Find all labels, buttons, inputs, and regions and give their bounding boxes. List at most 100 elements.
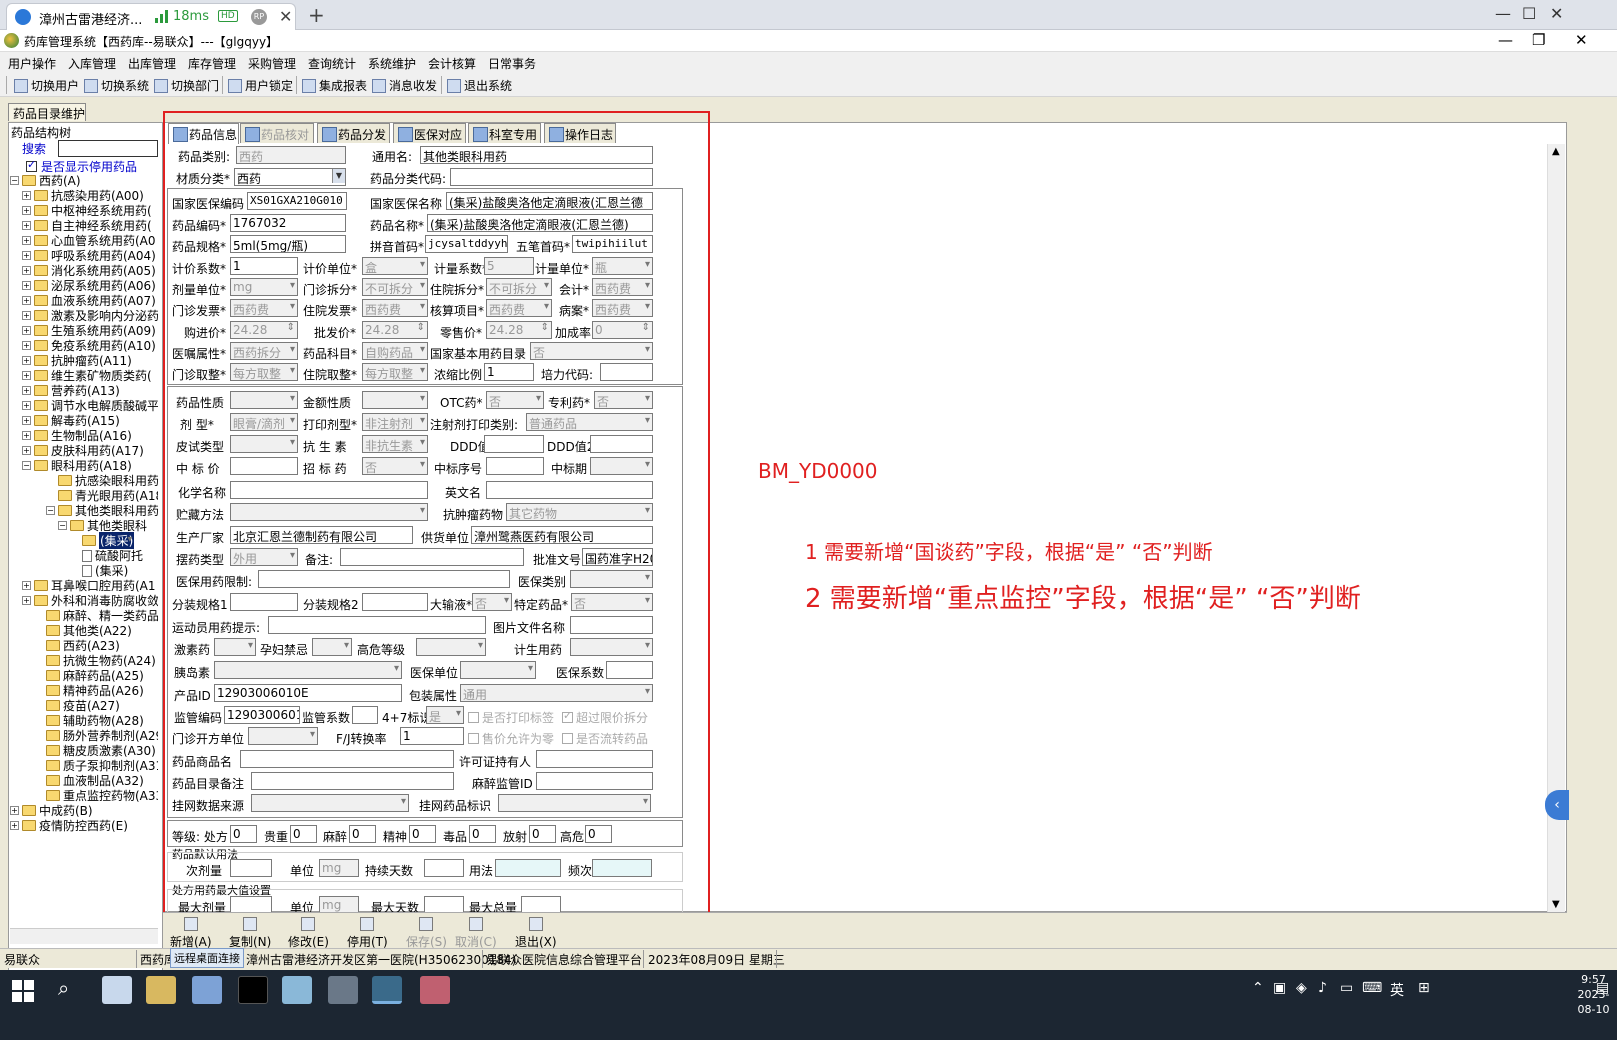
split-spec1-field[interactable] [230,593,298,611]
wubi-field[interactable]: twipihiilut [572,235,653,253]
collapse-icon[interactable]: − [58,521,67,530]
report-button[interactable]: 集成报表 [302,77,367,94]
generic-name-field[interactable]: 其他类眼科用药 [420,146,653,164]
collapse-icon[interactable]: − [46,506,55,515]
menu-stock-out[interactable]: 出库管理 [128,55,176,72]
pack-attr-select[interactable]: 通用 [460,684,653,702]
place-type-select[interactable]: 外用 [230,548,298,566]
tree-node[interactable]: + 皮肤科用药(A17) [22,443,144,458]
measure-unit-select[interactable]: 瓶 [592,257,653,275]
taskbar-app-3-icon[interactable] [192,976,222,1004]
doc-tab-drug-catalog[interactable]: 药品目录维护 [8,103,86,121]
close-tab-icon[interactable]: ✕ [279,7,292,26]
op-unit-select[interactable] [248,727,318,745]
tree-node[interactable]: + 免疫系统用药(A10) [22,338,156,353]
tree-node[interactable]: + 中成药(B) [10,803,93,818]
image-field[interactable] [570,616,653,634]
remark-field[interactable] [340,548,524,566]
expand-icon[interactable]: + [22,581,31,590]
high-risk-select[interactable] [416,638,486,656]
price-coef-field[interactable]: 1 [230,257,298,275]
tree-node[interactable]: 质子泵抑制剂(A31) [34,758,158,773]
tree-node[interactable]: + 耳鼻喉口腔用药(A1 [22,578,156,593]
family-select[interactable] [570,638,653,656]
lock-user-button[interactable]: 用户锁定 [228,77,293,94]
expand-icon[interactable]: + [22,296,31,305]
supplier-field[interactable]: 漳州鹭燕医药有限公司 [471,526,653,544]
eng-name-field[interactable] [486,481,653,499]
menu-inventory[interactable]: 库存管理 [188,55,236,72]
expand-icon[interactable]: + [10,821,19,830]
ip-invoice-select[interactable]: 西药费 [362,299,428,317]
retail-field[interactable]: 24.28 [486,321,552,339]
menu-accounting[interactable]: 会计核算 [428,55,476,72]
tree-node[interactable]: 肠外营养制剂(A29) [34,728,158,743]
ins-unit-select[interactable] [460,661,536,679]
expand-icon[interactable]: + [22,236,31,245]
days-field[interactable] [424,859,464,877]
taskbar-app-1-icon[interactable] [102,976,132,1004]
level-psych-field[interactable]: 0 [409,825,436,843]
otc-select[interactable]: 否 [486,391,544,409]
ins-coef-field[interactable] [606,661,653,679]
tray-ime-icon[interactable]: ⊞ [1418,980,1430,996]
tree-node[interactable]: 其他类(A22) [34,623,132,638]
nhsa-name-field[interactable]: (集采)盐酸奥洛他定滴眼液(汇恩兰德 [446,192,653,210]
nhsa-code-field[interactable]: XS01GXA210G010 [247,192,347,210]
insurance-limit-field[interactable] [258,570,510,588]
insulin-select[interactable] [214,661,402,679]
tree-node[interactable]: + 消化系统用药(A05) [22,263,156,278]
inj-print-select[interactable]: 普通药品 [526,413,653,431]
input-language[interactable]: 英 [1390,980,1404,1000]
print-label-checkbox[interactable]: 是否打印标签 [468,709,554,726]
split-spec2-field[interactable] [362,593,428,611]
expand-icon[interactable]: + [22,431,31,440]
tray-keyboard-icon[interactable]: ⌨ [1362,980,1382,996]
menu-maintenance[interactable]: 系统维护 [368,55,416,72]
tree-node[interactable]: 麻醉、精一类药品( [34,608,158,623]
drug-name-field[interactable]: (集采)盐酸奥洛他定滴眼液(汇恩兰德) [427,214,653,232]
tree-node[interactable]: − 西药(A) [10,173,81,188]
tree-node[interactable]: + 中枢神经系统用药( [22,203,152,218]
drug-category-field[interactable]: 西药 [236,146,346,164]
tree-node[interactable]: 抗感染眼科用药 [46,473,158,488]
copy-button[interactable]: 复制(N) [229,917,271,950]
level-radiation-field[interactable]: 0 [529,825,556,843]
amount-select[interactable] [362,391,428,409]
tree-node[interactable]: + 生物制品(A16) [22,428,132,443]
tray-chevron-icon[interactable]: ⌃ [1252,980,1264,996]
expand-icon[interactable]: + [22,311,31,320]
taskbar-app-5-icon[interactable] [282,976,312,1004]
search-icon[interactable]: ⌕ [58,976,69,1000]
switch-user-button[interactable]: 切换用户 [14,77,79,94]
online-source-select[interactable] [251,794,409,812]
usage-field[interactable] [495,859,561,877]
antibiotic-select[interactable]: 非抗生素 [362,435,428,453]
narcotic-id-field[interactable] [536,772,653,790]
taskbar-app-6-icon[interactable] [328,976,358,1004]
tree-node[interactable]: + 营养药(A13) [22,383,120,398]
bid-drug-select[interactable]: 否 [362,457,428,475]
tray-display-icon[interactable]: ▭ [1340,980,1353,996]
message-button[interactable]: 消息收发 [372,77,437,94]
level-prescription-field[interactable]: 0 [230,825,257,843]
catalog-remark-field[interactable] [251,772,454,790]
tray-shield-icon[interactable]: ◈ [1296,980,1307,996]
tree-node[interactable]: + 解毒药(A15) [22,413,120,428]
price-unit-select[interactable]: 盒 [362,257,428,275]
patent-select[interactable]: 否 [594,391,653,409]
tray-network-icon[interactable]: ▣ [1273,980,1286,996]
maximize-icon[interactable]: ☐ [1522,4,1536,23]
expand-icon[interactable]: + [10,806,19,815]
spec-field[interactable]: 5ml(5mg/瓶) [230,235,346,253]
menu-user-ops[interactable]: 用户操作 [8,55,56,72]
tree-node[interactable]: 糖皮质激素(A30) [34,743,156,758]
four-seven-select[interactable]: 是 [426,706,464,724]
print-type-select[interactable]: 非注射剂 [362,413,428,431]
conc-field[interactable]: 1 [484,363,534,381]
tree-node[interactable]: + 生殖系统用药(A09) [22,323,156,338]
tree-node[interactable]: + 疫情防控西药(E) [10,818,128,833]
tree-node[interactable]: + 泌尿系统用药(A06) [22,278,156,293]
pregnant-select[interactable] [312,638,352,656]
taskbar-app-8-icon[interactable] [420,976,450,1004]
